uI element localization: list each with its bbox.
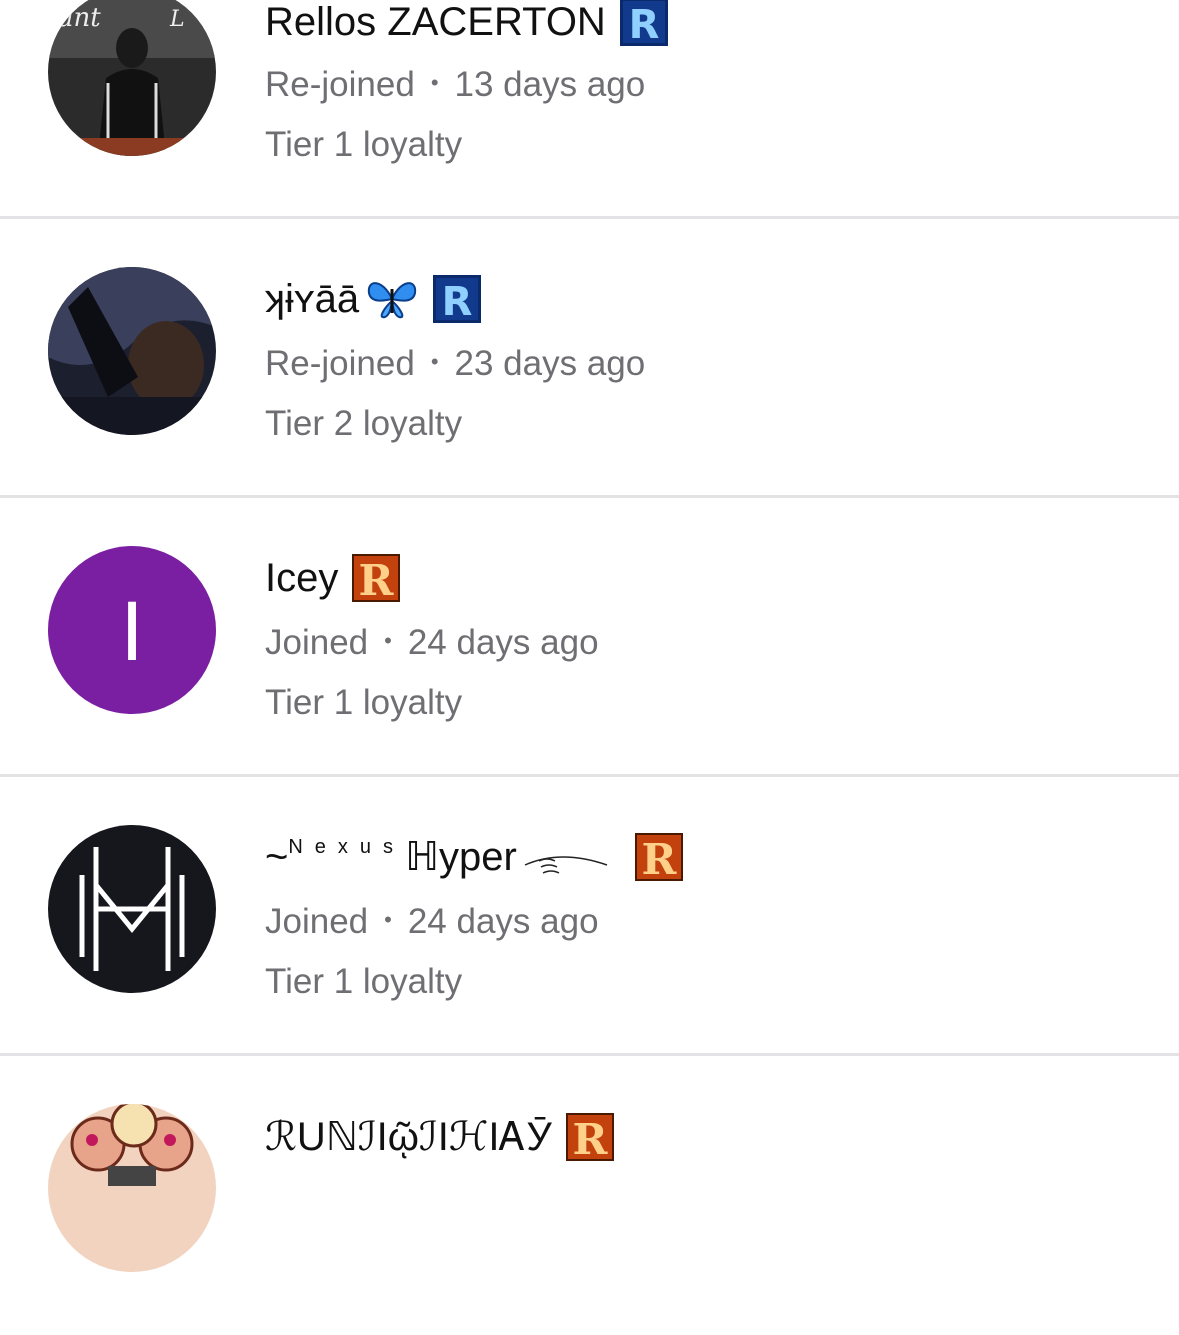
member-row[interactable]: ~ Nexus ℍyper R Joined • 24 days ago Tie… (0, 777, 1179, 1056)
loyalty-tier: Tier 1 loyalty (265, 125, 463, 164)
separator-dot: • (430, 70, 439, 95)
svg-text:R: R (359, 556, 395, 602)
member-name-text: ℛUℕℐIῷℐIℋIᎪӮ (265, 1115, 552, 1159)
member-avatar[interactable] (48, 825, 216, 993)
member-name-prefix: ~ (265, 834, 289, 879)
svg-text:R: R (442, 279, 473, 323)
join-status: Joined (265, 623, 369, 662)
blue-r-badge-icon: R (619, 0, 668, 46)
member-avatar[interactable]: I (48, 546, 216, 714)
member-avatar[interactable]: ant L (48, 0, 216, 156)
separator-dot: • (384, 628, 392, 653)
member-avatar[interactable] (48, 1104, 216, 1272)
join-status: Re-joined (265, 344, 415, 383)
join-status: Re-joined (265, 65, 415, 104)
join-time: 24 days ago (407, 902, 599, 941)
join-status: Joined (265, 902, 369, 941)
join-time: 23 days ago (454, 344, 646, 383)
member-name[interactable]: Rellos ZACERTON R (265, 0, 668, 46)
avatar-initial: I (120, 584, 143, 678)
member-name[interactable]: ʞɨʏāā R (265, 275, 482, 323)
member-name-small: Nexus (288, 835, 406, 858)
svg-text:L: L (169, 7, 185, 32)
butterfly-icon (365, 277, 419, 321)
member-row[interactable]: ant L Rellos ZACERTON R Re-joined • 13 d… (0, 0, 1179, 219)
wave-decoration-icon (521, 842, 611, 874)
loyalty-tier: Tier 1 loyalty (265, 683, 463, 722)
member-name-text: Rellos ZACERTON (265, 0, 606, 44)
svg-text:ant: ant (58, 3, 101, 33)
blue-r-badge-icon: R (433, 275, 482, 323)
member-name-main: ℍyper (405, 835, 517, 879)
separator-dot: • (384, 907, 392, 932)
member-row[interactable]: ℛUℕℐIῷℐIℋIᎪӮ R (0, 1056, 1179, 1335)
member-join-info: Re-joined • 13 days ago (265, 65, 645, 105)
join-time: 24 days ago (407, 623, 599, 662)
fire-r-badge-icon: R (634, 833, 683, 881)
member-name[interactable]: ℛUℕℐIῷℐIℋIᎪӮ R (265, 1113, 614, 1161)
member-row[interactable]: I Icey R Joined • 24 days ago Tier 1 loy… (0, 498, 1179, 777)
member-avatar[interactable] (48, 267, 216, 435)
svg-text:R: R (641, 835, 677, 881)
member-join-info: Re-joined • 23 days ago (265, 344, 645, 384)
loyalty-tier: Tier 1 loyalty (265, 962, 463, 1001)
loyalty-tier: Tier 2 loyalty (265, 404, 463, 443)
svg-text:R: R (572, 1115, 608, 1161)
member-row[interactable]: ʞɨʏāā R Re-joined • 23 days ago Tier 2 l… (0, 219, 1179, 498)
member-name[interactable]: ~ Nexus ℍyper R (265, 833, 683, 881)
fire-r-badge-icon: R (352, 554, 401, 602)
member-name-text: Icey (265, 555, 339, 600)
join-time: 13 days ago (454, 65, 646, 104)
member-name-text: ʞɨʏāā (265, 276, 360, 321)
separator-dot: • (430, 349, 439, 374)
member-join-info: Joined • 24 days ago (265, 902, 599, 942)
member-name[interactable]: Icey R (265, 554, 401, 602)
member-join-info: Joined • 24 days ago (265, 623, 599, 663)
svg-text:R: R (628, 2, 659, 46)
fire-r-badge-icon: R (565, 1113, 614, 1161)
